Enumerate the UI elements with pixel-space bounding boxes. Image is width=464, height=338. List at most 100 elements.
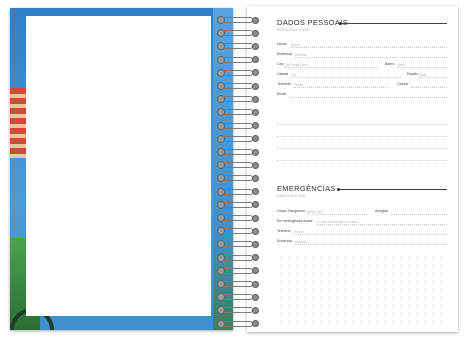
spiral-rings bbox=[217, 12, 265, 332]
spiral-ring bbox=[222, 307, 253, 314]
spiral-ring bbox=[222, 241, 253, 248]
spiral-ring bbox=[222, 122, 253, 129]
notebook-spread: DADOS PESSOAIS PERSONAL DATA Nome Name E… bbox=[0, 0, 464, 338]
field-label-alergias: Alergias bbox=[375, 209, 388, 213]
cover-artwork-building bbox=[10, 88, 26, 158]
field-label-emergencia-avisar: Em emergência avisar bbox=[277, 219, 313, 223]
spiral-ring bbox=[222, 162, 253, 169]
field-input-cidade[interactable] bbox=[291, 77, 401, 78]
spiral-hole-right bbox=[252, 69, 259, 77]
spiral-binding bbox=[217, 12, 265, 332]
spiral-hole-right bbox=[252, 148, 259, 156]
personal-data-subtitle: PERSONAL DATA bbox=[277, 28, 309, 32]
spiral-ring bbox=[222, 17, 253, 23]
spiral-ring bbox=[222, 175, 253, 182]
spiral-ring bbox=[222, 56, 253, 63]
left-cover bbox=[10, 8, 233, 330]
spiral-hole-right bbox=[252, 240, 259, 248]
spiral-hole-right bbox=[252, 280, 259, 288]
field-label-cep: Cep bbox=[277, 62, 284, 66]
field-input-email[interactable] bbox=[289, 97, 447, 98]
spiral-hole-right bbox=[252, 108, 259, 116]
cover-blank-label-area bbox=[26, 16, 211, 316]
spiral-hole-right bbox=[252, 201, 259, 209]
spiral-ring bbox=[222, 188, 253, 195]
spiral-ring bbox=[222, 109, 253, 116]
field-label-email: Email bbox=[277, 92, 286, 96]
field-input-endereco-emergencia[interactable] bbox=[295, 244, 447, 245]
field-input-bairro[interactable] bbox=[397, 67, 447, 68]
field-value-telefone: Phone bbox=[294, 82, 304, 87]
spiral-ring bbox=[222, 83, 253, 89]
field-value-nome: Name bbox=[291, 42, 300, 47]
spiral-hole-right bbox=[252, 42, 259, 50]
spiral-hole-right bbox=[252, 29, 259, 37]
field-input-telefone-emergencia[interactable] bbox=[294, 234, 447, 235]
spiral-ring bbox=[222, 149, 253, 155]
spiral-hole-right bbox=[252, 267, 259, 275]
personal-data-title: DADOS PESSOAIS bbox=[277, 18, 348, 27]
field-value-cep: Zip/Postal Code bbox=[285, 62, 308, 67]
field-label-cidade: Cidade bbox=[277, 72, 289, 76]
right-page: DADOS PESSOAIS PERSONAL DATA Nome Name E… bbox=[247, 6, 458, 332]
spiral-hole-right bbox=[252, 293, 259, 301]
field-value-cidade: City bbox=[291, 72, 297, 77]
field-label-telefone-emergencia: Telefone bbox=[277, 229, 291, 233]
field-label-telefone: Telefone bbox=[277, 82, 291, 86]
field-value-emergencia-avisar: In case of emergency contact bbox=[317, 219, 359, 224]
field-input-endereco[interactable] bbox=[295, 57, 447, 58]
field-value-endereco-emergencia: Address bbox=[295, 239, 307, 244]
field-input-alergias[interactable] bbox=[391, 214, 447, 215]
spiral-ring bbox=[222, 30, 253, 37]
field-value-bairro: Area bbox=[398, 62, 405, 67]
field-label-estado: Estado bbox=[407, 72, 419, 76]
field-input-nome[interactable] bbox=[291, 47, 447, 48]
emergency-subtitle: EMERGENCIES bbox=[277, 194, 306, 198]
spiral-hole-right bbox=[252, 161, 259, 169]
field-label-endereco-emergencia: Endereço bbox=[277, 239, 293, 243]
dot-grid-notes[interactable] bbox=[277, 254, 447, 324]
spiral-ring bbox=[222, 201, 253, 208]
spiral-hole-right bbox=[252, 174, 259, 182]
blank-line[interactable] bbox=[277, 160, 447, 161]
field-input-estado[interactable] bbox=[419, 77, 447, 78]
field-value-grupo-sanguineo: Blood Type bbox=[307, 209, 323, 214]
spiral-ring bbox=[222, 43, 253, 50]
spiral-ring bbox=[222, 254, 253, 261]
field-value-estado: State bbox=[419, 72, 427, 77]
spiral-ring bbox=[222, 267, 253, 274]
spiral-hole-right bbox=[252, 135, 259, 143]
emergency-title: EMERGÊNCIAS bbox=[277, 184, 336, 193]
spiral-ring bbox=[222, 294, 253, 301]
spiral-ring bbox=[222, 215, 253, 221]
field-input-celular[interactable] bbox=[411, 87, 447, 88]
field-input-cep[interactable] bbox=[285, 67, 377, 68]
spiral-ring bbox=[222, 69, 253, 76]
field-label-endereco: Endereço bbox=[277, 52, 293, 56]
spiral-ring bbox=[222, 281, 253, 287]
spiral-hole-right bbox=[252, 214, 259, 222]
spiral-hole-right bbox=[252, 254, 259, 262]
title-rule bbox=[341, 23, 447, 24]
blank-line[interactable] bbox=[277, 124, 447, 125]
blank-line[interactable] bbox=[277, 148, 447, 149]
field-label-nome: Nome bbox=[277, 42, 287, 46]
field-label-bairro: Bairro bbox=[385, 62, 395, 66]
spiral-hole-right bbox=[252, 188, 259, 196]
spiral-hole-right bbox=[252, 227, 259, 235]
spiral-hole-right bbox=[252, 16, 259, 24]
field-input-grupo-sanguineo[interactable] bbox=[307, 214, 367, 215]
spiral-hole-right bbox=[252, 122, 259, 130]
title-rule bbox=[339, 189, 447, 190]
spiral-ring bbox=[222, 320, 253, 327]
blank-line[interactable] bbox=[277, 136, 447, 137]
spiral-ring bbox=[222, 135, 253, 142]
field-input-emergencia-avisar[interactable] bbox=[317, 224, 447, 225]
field-value-endereco: Address bbox=[295, 52, 307, 57]
spiral-ring bbox=[222, 96, 253, 103]
spiral-hole-right bbox=[252, 306, 259, 314]
field-value-telefone-emergencia: Phone bbox=[294, 229, 304, 234]
spiral-ring bbox=[222, 228, 253, 235]
field-input-telefone[interactable] bbox=[294, 87, 388, 88]
spiral-hole-right bbox=[252, 56, 259, 64]
